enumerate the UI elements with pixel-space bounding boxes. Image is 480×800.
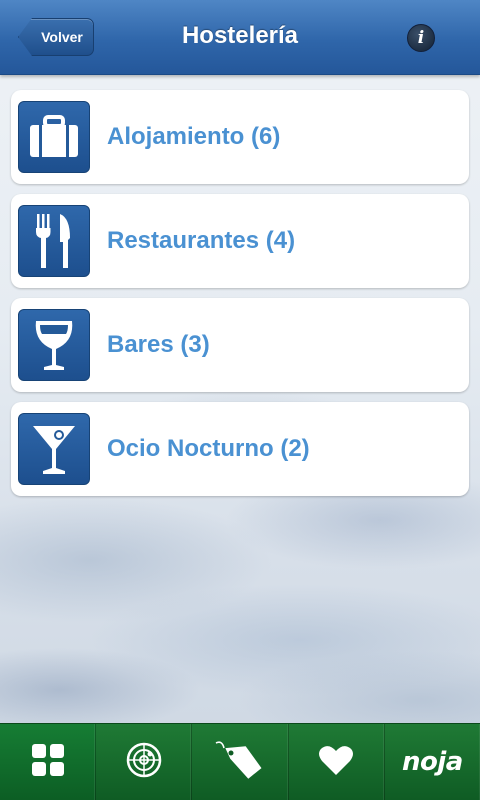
radar-icon [125, 741, 163, 784]
info-icon: i [417, 28, 425, 48]
top-bar: Volver Hostelería i [0, 0, 480, 75]
fork-knife-icon [18, 205, 90, 277]
list-item-label: Alojamiento (6) [107, 123, 281, 150]
tab-offers[interactable] [192, 724, 289, 800]
list-item-ocio-nocturno[interactable]: Ocio Nocturno (2) [11, 402, 469, 496]
noja-logo: noja [401, 747, 463, 777]
list-item-label: Ocio Nocturno (2) [107, 435, 310, 462]
tab-favorites[interactable] [289, 724, 385, 800]
tab-home[interactable] [0, 724, 97, 800]
list-item-bares[interactable]: Bares (3) [11, 298, 469, 392]
wine-glass-icon [18, 309, 90, 381]
list-item-label: Restaurantes (4) [107, 227, 296, 254]
bottom-tab-bar: noja [0, 723, 480, 800]
info-button[interactable]: i [407, 24, 435, 52]
tab-noja[interactable]: noja [385, 724, 480, 800]
grid-icon [31, 743, 65, 782]
list-item-label: Bares (3) [107, 331, 210, 358]
category-list: Alojamiento (6) Restaurantes (4) Bares (… [11, 90, 469, 506]
suitcase-icon [18, 101, 90, 173]
cocktail-icon [18, 413, 90, 485]
list-item-restaurantes[interactable]: Restaurantes (4) [11, 194, 469, 288]
tag-icon [214, 740, 266, 785]
heart-icon [318, 744, 354, 781]
tab-nearby[interactable] [96, 724, 193, 800]
list-item-alojamiento[interactable]: Alojamiento (6) [11, 90, 469, 184]
